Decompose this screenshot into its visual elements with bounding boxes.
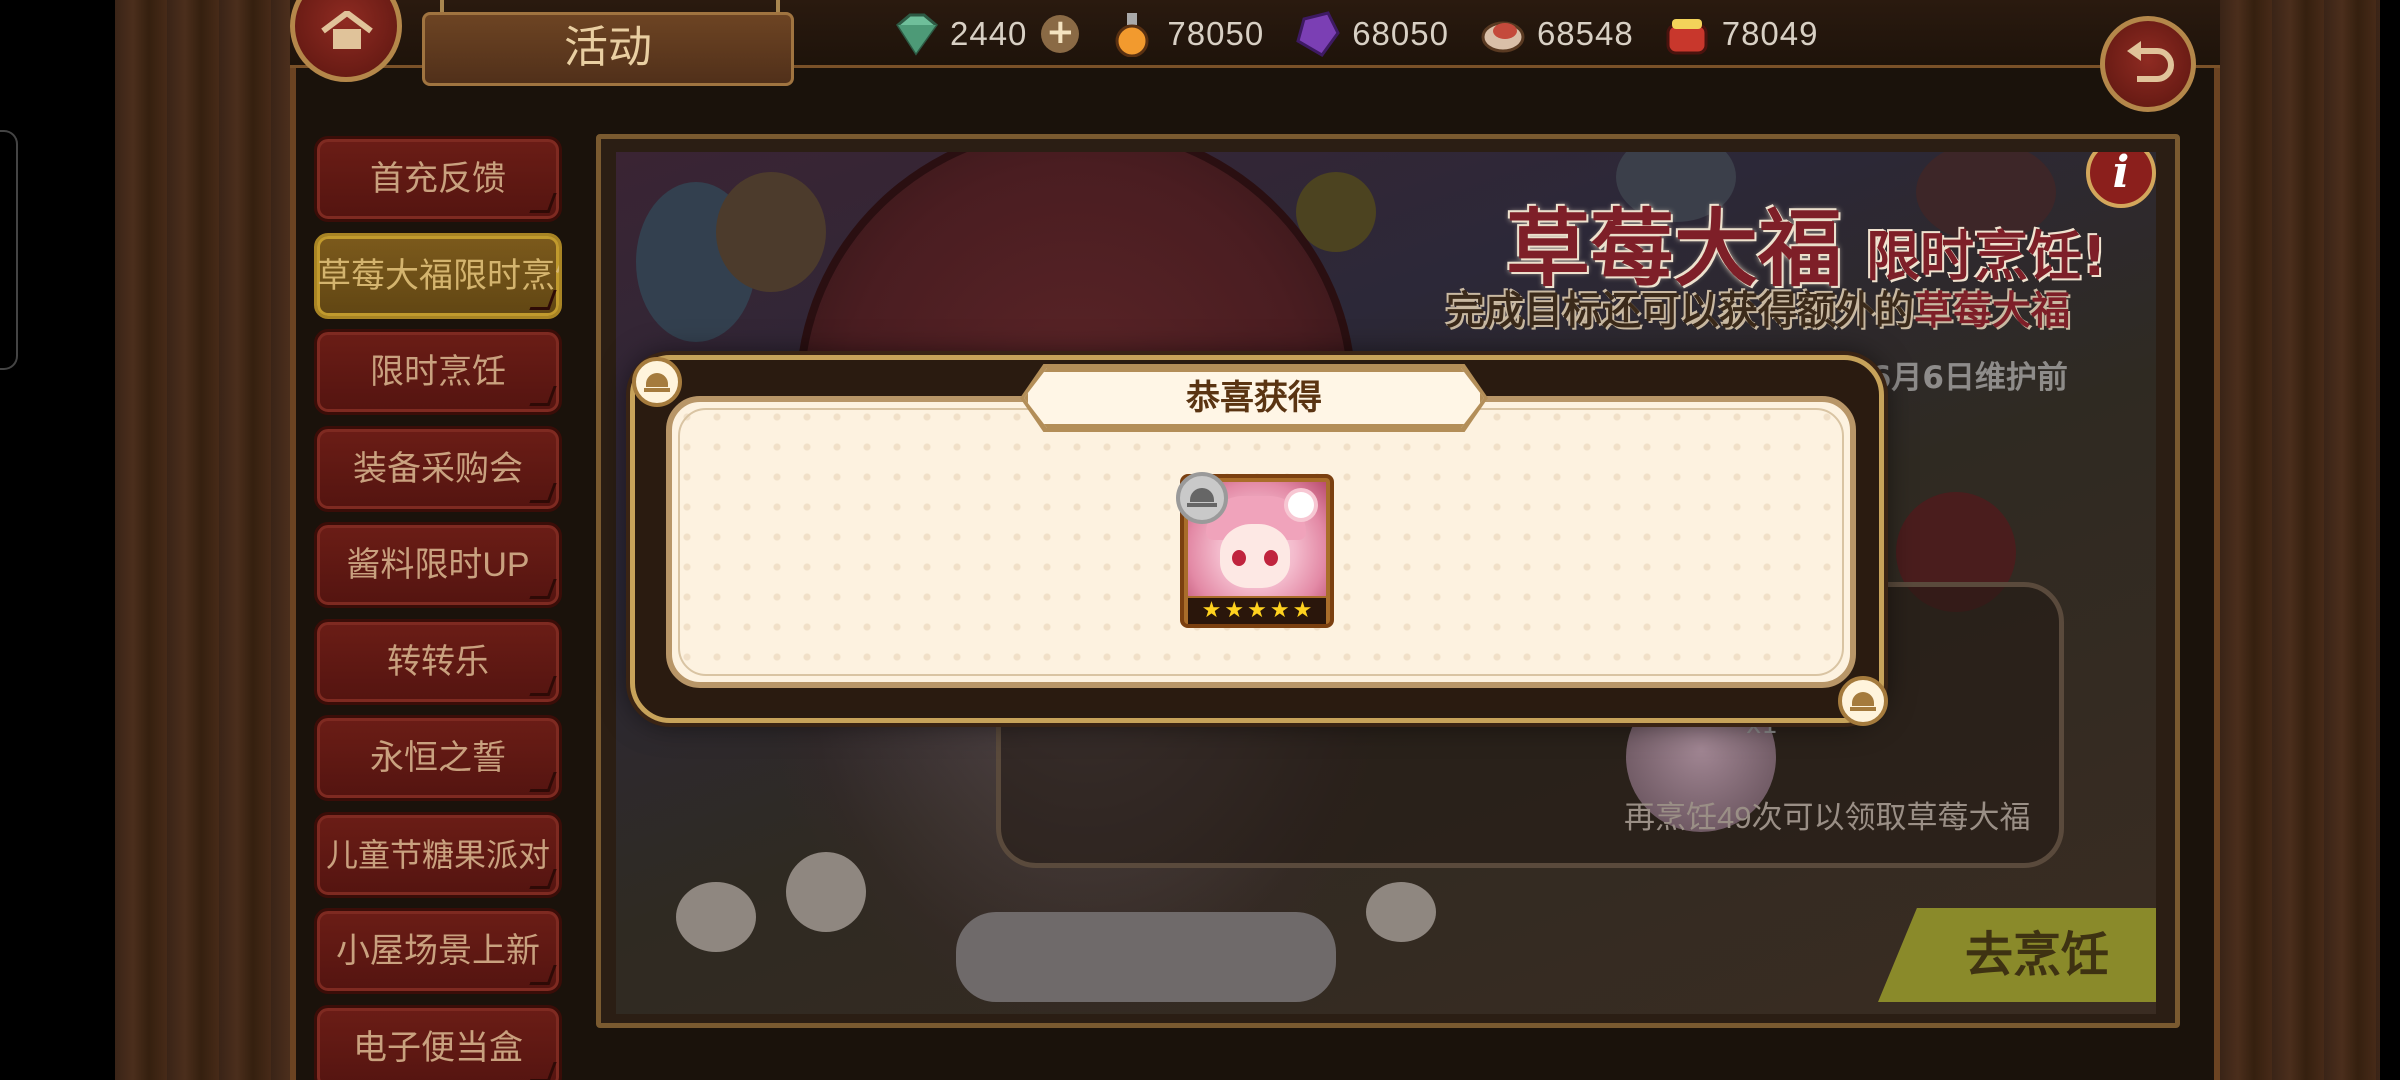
go-cook-button[interactable]: 去烹饪 [1878,908,2156,1002]
cloche-dome [646,373,668,387]
crystal-count: 68050 [1352,15,1449,52]
menu-item-cabin-scene[interactable]: 小屋场景上新 [314,908,562,994]
corner-notch [529,482,557,503]
menu-item-label: 草莓大福限时烹饪 [317,256,562,295]
menu-item-label: 电子便当盒 [353,1028,523,1067]
chick-mascot [786,852,866,932]
menu-item-label: 永恒之誓 [370,739,506,777]
star-rating: ★ ★ ★ ★ ★ [1188,598,1326,624]
lantern-decoration [716,172,826,292]
bento-icon [1666,19,1708,55]
meat-icon [1481,21,1525,53]
corner-notch [529,675,557,696]
resource-bar: 2440 + 78050 68050 68548 78049 [890,8,1818,60]
resource-meat: 68548 [1477,8,1634,60]
card-eye [1264,550,1278,566]
potion-count: 78050 [1167,15,1265,52]
meat-count: 68548 [1536,15,1634,52]
cloche-icon [632,357,682,407]
page-title: 活动 [422,12,794,86]
chick-mascot [676,882,756,952]
return-arrow-icon [2127,41,2174,82]
corner-notch [529,1061,557,1080]
star-icon: ★ [1201,598,1222,623]
menu-item-strawberry-daifuku[interactable]: 草莓大福限时烹饪 [314,232,562,319]
cloche-plate [1850,707,1876,711]
popup-title: 恭喜获得 [1186,379,1322,417]
menu-item-label: 酱料限时UP [346,546,530,584]
cloche-badge-icon [1176,472,1228,524]
add-diamond-button[interactable]: + [1041,15,1080,53]
resource-potion: 78050 [1107,8,1264,60]
menu-item-label: 首充反馈 [370,160,506,198]
menu-item-eternal-vow[interactable]: 永恒之誓 [314,715,562,801]
activity-menu: 首充反馈 草莓大福限时烹饪 限时烹饪 装备采购会 酱料限时UP 转转乐 永恒之誓… [314,136,564,1080]
resource-diamond: 2440 + [890,8,1080,60]
purple-crystal-icon [1296,11,1340,57]
wood-wall-left [115,0,295,1080]
star-icon: ★ [1247,598,1267,623]
card-eye [1232,550,1246,566]
event-subtitle-text: 完成目标还可以获得额外的 [1446,289,1915,334]
menu-item-label: 转转乐 [387,642,489,681]
character-legs [956,912,1336,1002]
cloche-plate [644,388,670,392]
home-icon [321,11,373,49]
potion-icon [1115,13,1149,57]
corner-notch [529,386,557,406]
event-subtitle-highlight: 草莓大福 [1914,289,2071,334]
cloche-dome [1190,488,1214,502]
reward-progress-text: 再烹饪49次可以领取草莓大福 [1624,800,2031,835]
cloche-icon [1838,676,1888,726]
back-button[interactable] [2100,16,2196,112]
card-face [1220,524,1290,588]
info-button[interactable]: i [2086,152,2156,208]
cloche-dome [1852,692,1874,706]
corner-notch [529,772,557,792]
diamond-icon [896,13,939,56]
menu-item-label: 限时烹饪 [370,353,506,391]
resource-crystal: 68050 [1292,8,1449,60]
menu-item-label: 小屋场景上新 [336,932,540,970]
star-icon: ★ [1224,598,1245,623]
device-notch [0,130,18,370]
resource-bento: 78049 [1662,8,1819,60]
corner-notch [529,193,557,213]
chick-mascot [1366,882,1436,942]
cloche-plate [1187,503,1217,507]
event-subtitle: 完成目标还可以获得额外的草莓大福 [1446,280,2070,336]
corner-notch [529,579,557,599]
bento-count: 78049 [1721,15,1819,52]
star-icon: ★ [1269,598,1290,623]
flower-icon [1288,492,1314,518]
menu-item-limited-cooking[interactable]: 限时烹饪 [314,329,562,415]
menu-item-spin[interactable]: 转转乐 [314,618,562,705]
menu-item-bento-box[interactable]: 电子便当盒 [314,1004,562,1080]
menu-item-childrens-day[interactable]: 儿童节糖果派对 [314,811,562,898]
diamond-count: 2440 [950,15,1028,52]
menu-item-label: 儿童节糖果派对 [325,836,550,873]
star-icon: ★ [1292,598,1313,623]
game-screen: 活动 2440 + 78050 68050 68548 78049 首充反馈 草… [0,0,2400,1080]
menu-item-first-recharge[interactable]: 首充反馈 [314,136,562,222]
menu-item-label: 装备采购会 [353,449,523,488]
wood-wall-right [2220,0,2380,1080]
menu-item-equipment-fair[interactable]: 装备采购会 [314,425,562,512]
menu-item-sauce-up[interactable]: 酱料限时UP [314,522,562,608]
